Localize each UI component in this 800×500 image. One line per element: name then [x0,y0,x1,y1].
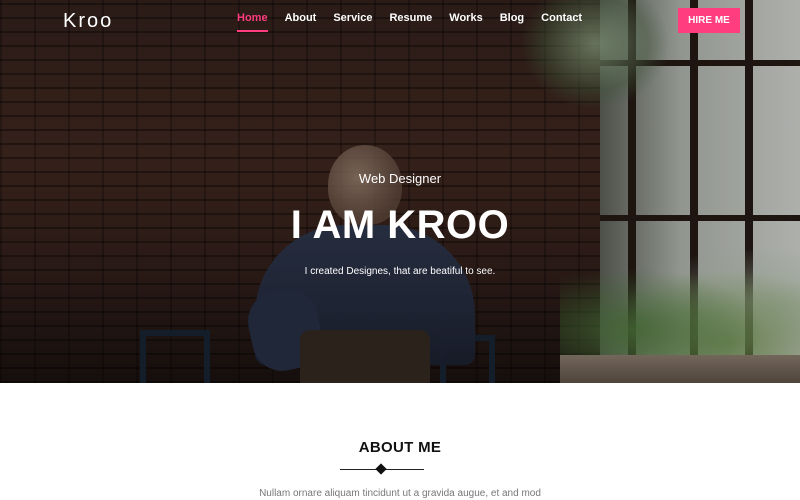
nav-item-works[interactable]: Works [449,12,482,29]
about-text: Nullam ornare aliquam tincidunt ut a gra… [259,488,541,499]
hero-title: I AM KROO [290,203,510,247]
nav-item-blog[interactable]: Blog [500,12,524,29]
hero-section: Kroo Home About Service Resume Works Blo… [0,0,800,383]
nav-item-home[interactable]: Home [237,12,268,32]
hero-tagline: I created Designes, that are beatiful to… [304,266,496,277]
main-nav: Home About Service Resume Works Blog Con… [237,12,599,32]
about-title: ABOUT ME [358,439,442,456]
site-logo[interactable]: Kroo [63,10,113,33]
hero-subtitle: Web Designer [358,171,442,186]
hero-overlay [0,0,800,383]
hire-me-button[interactable]: HIRE ME [678,8,740,33]
nav-item-service[interactable]: Service [333,12,372,29]
nav-item-contact[interactable]: Contact [541,12,582,29]
diamond-icon [375,463,387,475]
nav-item-resume[interactable]: Resume [389,12,432,29]
nav-item-about[interactable]: About [285,12,317,29]
